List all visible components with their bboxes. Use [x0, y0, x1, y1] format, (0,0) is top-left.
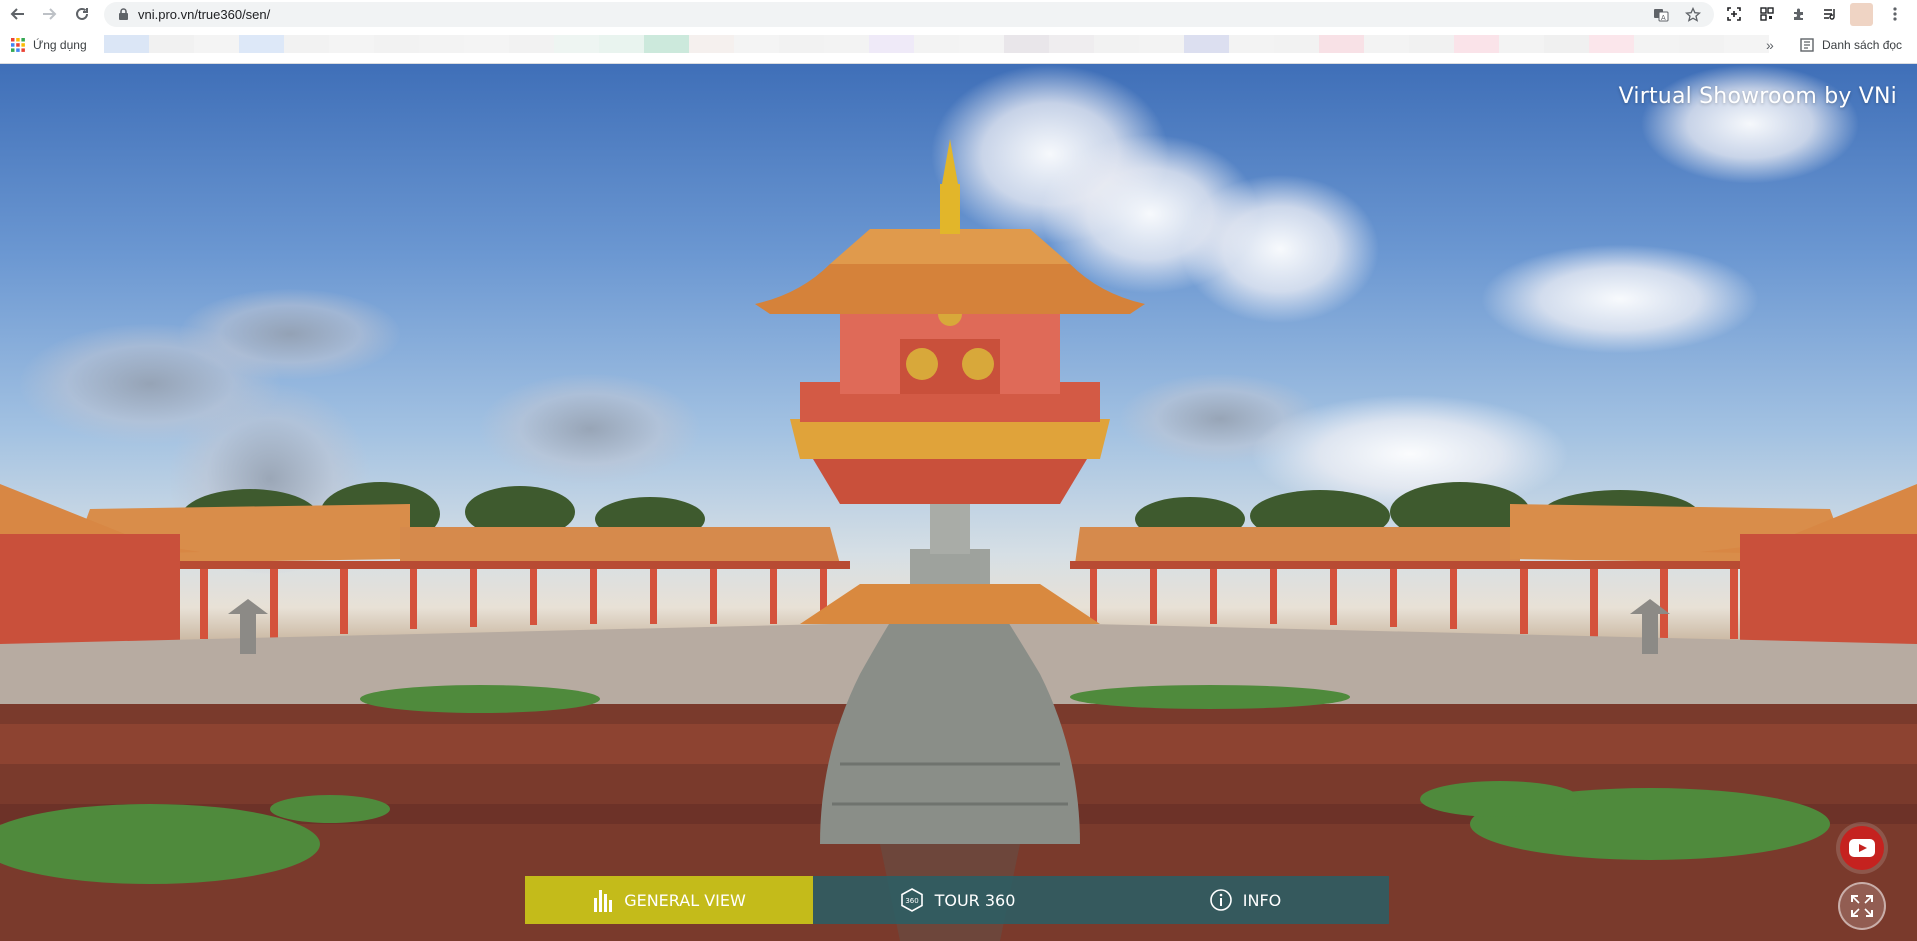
extensions-icon[interactable]	[1789, 4, 1809, 24]
kebab-menu-icon[interactable]	[1885, 4, 1905, 24]
bookmark-items[interactable]	[104, 35, 1769, 53]
bookmark-item[interactable]	[509, 35, 554, 53]
bookmark-item[interactable]	[914, 35, 959, 53]
bookmark-item[interactable]	[959, 35, 1004, 53]
bookmark-item[interactable]	[779, 35, 824, 53]
svg-text:A: A	[1661, 15, 1666, 22]
bookmark-item[interactable]	[464, 35, 509, 53]
bookmark-item[interactable]	[104, 35, 149, 53]
bookmark-item[interactable]	[599, 35, 644, 53]
bookmark-item[interactable]	[689, 35, 734, 53]
bookmark-item[interactable]	[374, 35, 419, 53]
general-view-label: GENERAL VIEW	[624, 890, 746, 910]
tour-360-button[interactable]: 360 TOUR 360	[813, 876, 1101, 924]
bookmark-item[interactable]	[1274, 35, 1319, 53]
reload-button[interactable]	[71, 3, 93, 25]
info-button[interactable]: INFO	[1101, 876, 1389, 924]
bookmark-item[interactable]	[1634, 35, 1679, 53]
arrow-left-icon	[10, 8, 24, 20]
bookmark-item[interactable]	[1319, 35, 1364, 53]
bottom-nav: GENERAL VIEW 360 TOUR 360 INFO	[525, 876, 1389, 924]
apps-label: Ứng dụng	[33, 38, 87, 52]
reading-list-icon	[1800, 38, 1814, 52]
lock-icon	[118, 8, 129, 26]
translate-icon[interactable]: A	[1652, 6, 1670, 24]
bookmark-item[interactable]	[284, 35, 329, 53]
general-view-button[interactable]: GENERAL VIEW	[525, 876, 813, 924]
bookmark-item[interactable]	[329, 35, 374, 53]
youtube-icon	[1849, 839, 1875, 857]
arrow-right-icon	[43, 8, 57, 20]
bookmarks-bar: Ứng dụng » Danh sách đọc	[0, 28, 1917, 64]
brand-title: Virtual Showroom by VNi	[1618, 84, 1897, 109]
panorama-viewer[interactable]: Virtual Showroom by VNi GENERAL VIEW 360…	[0, 64, 1917, 941]
bookmark-item[interactable]	[1589, 35, 1634, 53]
more-bookmarks-button[interactable]: »	[1766, 37, 1774, 53]
360-icon: 360	[900, 888, 923, 912]
info-icon	[1209, 889, 1232, 911]
bookmark-item[interactable]	[149, 35, 194, 53]
back-button[interactable]	[7, 3, 29, 25]
bookmark-item[interactable]	[1364, 35, 1409, 53]
info-label: INFO	[1242, 890, 1282, 910]
apps-grid-icon	[11, 38, 25, 52]
bookmark-item[interactable]	[1454, 35, 1499, 53]
qr-code-icon[interactable]	[1757, 4, 1777, 24]
bookmark-item[interactable]	[1679, 35, 1724, 53]
reading-list-button[interactable]: Danh sách đọc	[1800, 38, 1902, 52]
bookmark-item[interactable]	[824, 35, 869, 53]
svg-text:360: 360	[905, 897, 918, 905]
reload-icon	[76, 7, 88, 20]
bookmark-item[interactable]	[1004, 35, 1049, 53]
browser-toolbar: vni.pro.vn/true360/sen/ A	[0, 0, 1917, 28]
address-bar[interactable]: vni.pro.vn/true360/sen/ A	[104, 2, 1714, 27]
building-icon	[594, 890, 613, 912]
bookmark-item[interactable]	[1724, 35, 1769, 53]
media-control-icon[interactable]	[1820, 4, 1840, 24]
bookmark-item[interactable]	[1139, 35, 1184, 53]
pagoda-scene	[0, 139, 1917, 941]
bookmark-item[interactable]	[869, 35, 914, 53]
bookmark-item[interactable]	[1094, 35, 1139, 53]
bookmark-item[interactable]	[1184, 35, 1229, 53]
bookmark-item[interactable]	[644, 35, 689, 53]
youtube-button[interactable]	[1840, 826, 1884, 870]
forward-button[interactable]	[38, 3, 60, 25]
fullscreen-button[interactable]	[1838, 882, 1886, 930]
bookmark-item[interactable]	[1409, 35, 1454, 53]
bookmark-item[interactable]	[194, 35, 239, 53]
bookmark-item[interactable]	[239, 35, 284, 53]
url-text[interactable]: vni.pro.vn/true360/sen/	[138, 7, 270, 22]
tour-360-label: TOUR 360	[934, 890, 1016, 910]
star-icon[interactable]	[1684, 6, 1702, 24]
bookmark-item[interactable]	[554, 35, 599, 53]
screenshot-icon[interactable]	[1724, 4, 1744, 24]
bookmark-item[interactable]	[1229, 35, 1274, 53]
bookmark-item[interactable]	[419, 35, 464, 53]
reading-list-label: Danh sách đọc	[1822, 38, 1903, 52]
bookmark-item[interactable]	[734, 35, 779, 53]
bookmark-item[interactable]	[1544, 35, 1589, 53]
apps-shortcut[interactable]: Ứng dụng	[11, 38, 87, 52]
profile-avatar[interactable]	[1850, 3, 1873, 26]
expand-icon	[1851, 895, 1873, 917]
bookmark-item[interactable]	[1499, 35, 1544, 53]
bookmark-item[interactable]	[1049, 35, 1094, 53]
